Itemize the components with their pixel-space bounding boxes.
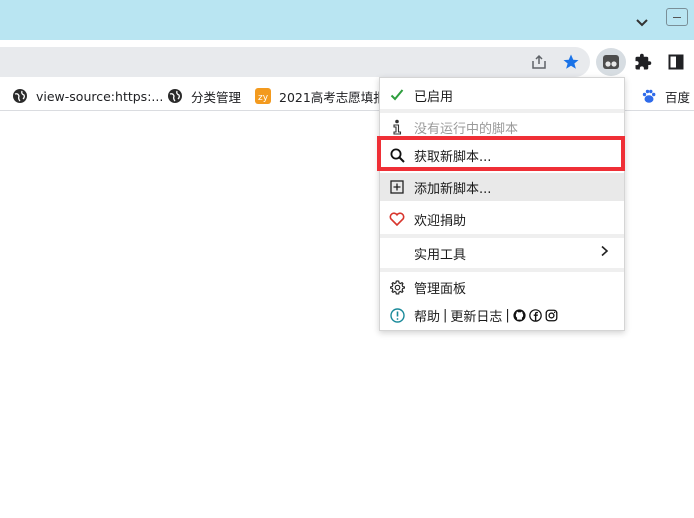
checkmark-icon xyxy=(389,87,405,103)
gear-icon xyxy=(389,279,405,295)
share-icon[interactable] xyxy=(527,50,551,74)
address-bar[interactable] xyxy=(0,47,590,77)
menu-item-add-new-script[interactable]: 添加新脚本... xyxy=(380,173,624,201)
bookmark-baidu[interactable]: 百度 xyxy=(641,87,690,105)
menu-item-utilities[interactable]: 实用工具 xyxy=(380,239,624,267)
globe-icon xyxy=(167,88,183,104)
tampermonkey-icon xyxy=(599,50,623,74)
info-icon xyxy=(389,119,405,135)
bookmark-gaokao[interactable]: zy 2021高考志愿填报 xyxy=(255,87,386,105)
plus-square-icon xyxy=(389,179,405,195)
svg-text:zy: zy xyxy=(258,93,269,103)
bookmark-view-source[interactable]: view-source:https:... xyxy=(12,87,163,105)
menu-item-enabled[interactable]: 已启用 xyxy=(380,81,624,109)
side-panel-icon[interactable] xyxy=(664,50,688,74)
menu-item-dashboard[interactable]: 管理面板 xyxy=(380,273,624,301)
minimize-button[interactable] xyxy=(666,8,688,26)
bookmark-category-manage[interactable]: 分类管理 xyxy=(167,87,241,105)
help-link[interactable]: 帮助 xyxy=(414,306,440,325)
changelog-link[interactable]: 更新日志 xyxy=(450,306,502,325)
window-titlebar xyxy=(0,0,694,40)
menu-item-donate[interactable]: 欢迎捐助 xyxy=(380,205,624,233)
tab-search-chevron-icon[interactable] xyxy=(632,12,652,32)
menu-item-help-row: 帮助 | 更新日志 | xyxy=(380,301,624,329)
tampermonkey-popup-menu: 已启用 没有运行中的脚本 获取新脚本... 添加新脚本... 欢迎捐助 实用工具 xyxy=(379,77,625,331)
instagram-icon[interactable] xyxy=(545,309,558,322)
bookmark-star-icon[interactable] xyxy=(559,50,583,74)
menu-separator xyxy=(380,234,624,238)
github-icon[interactable] xyxy=(513,308,526,322)
facebook-icon[interactable] xyxy=(529,308,542,322)
separator-text: | xyxy=(505,307,510,323)
separator-text: | xyxy=(443,307,448,323)
baidu-paw-icon xyxy=(641,88,657,104)
chevron-right-icon xyxy=(599,245,609,261)
highlight-box xyxy=(377,136,625,171)
orange-app-icon: zy xyxy=(255,88,271,104)
heart-icon xyxy=(389,211,405,227)
extensions-puzzle-icon[interactable] xyxy=(631,50,655,74)
globe-icon xyxy=(12,88,28,104)
exclamation-circle-icon xyxy=(389,307,405,323)
menu-separator xyxy=(380,268,624,272)
